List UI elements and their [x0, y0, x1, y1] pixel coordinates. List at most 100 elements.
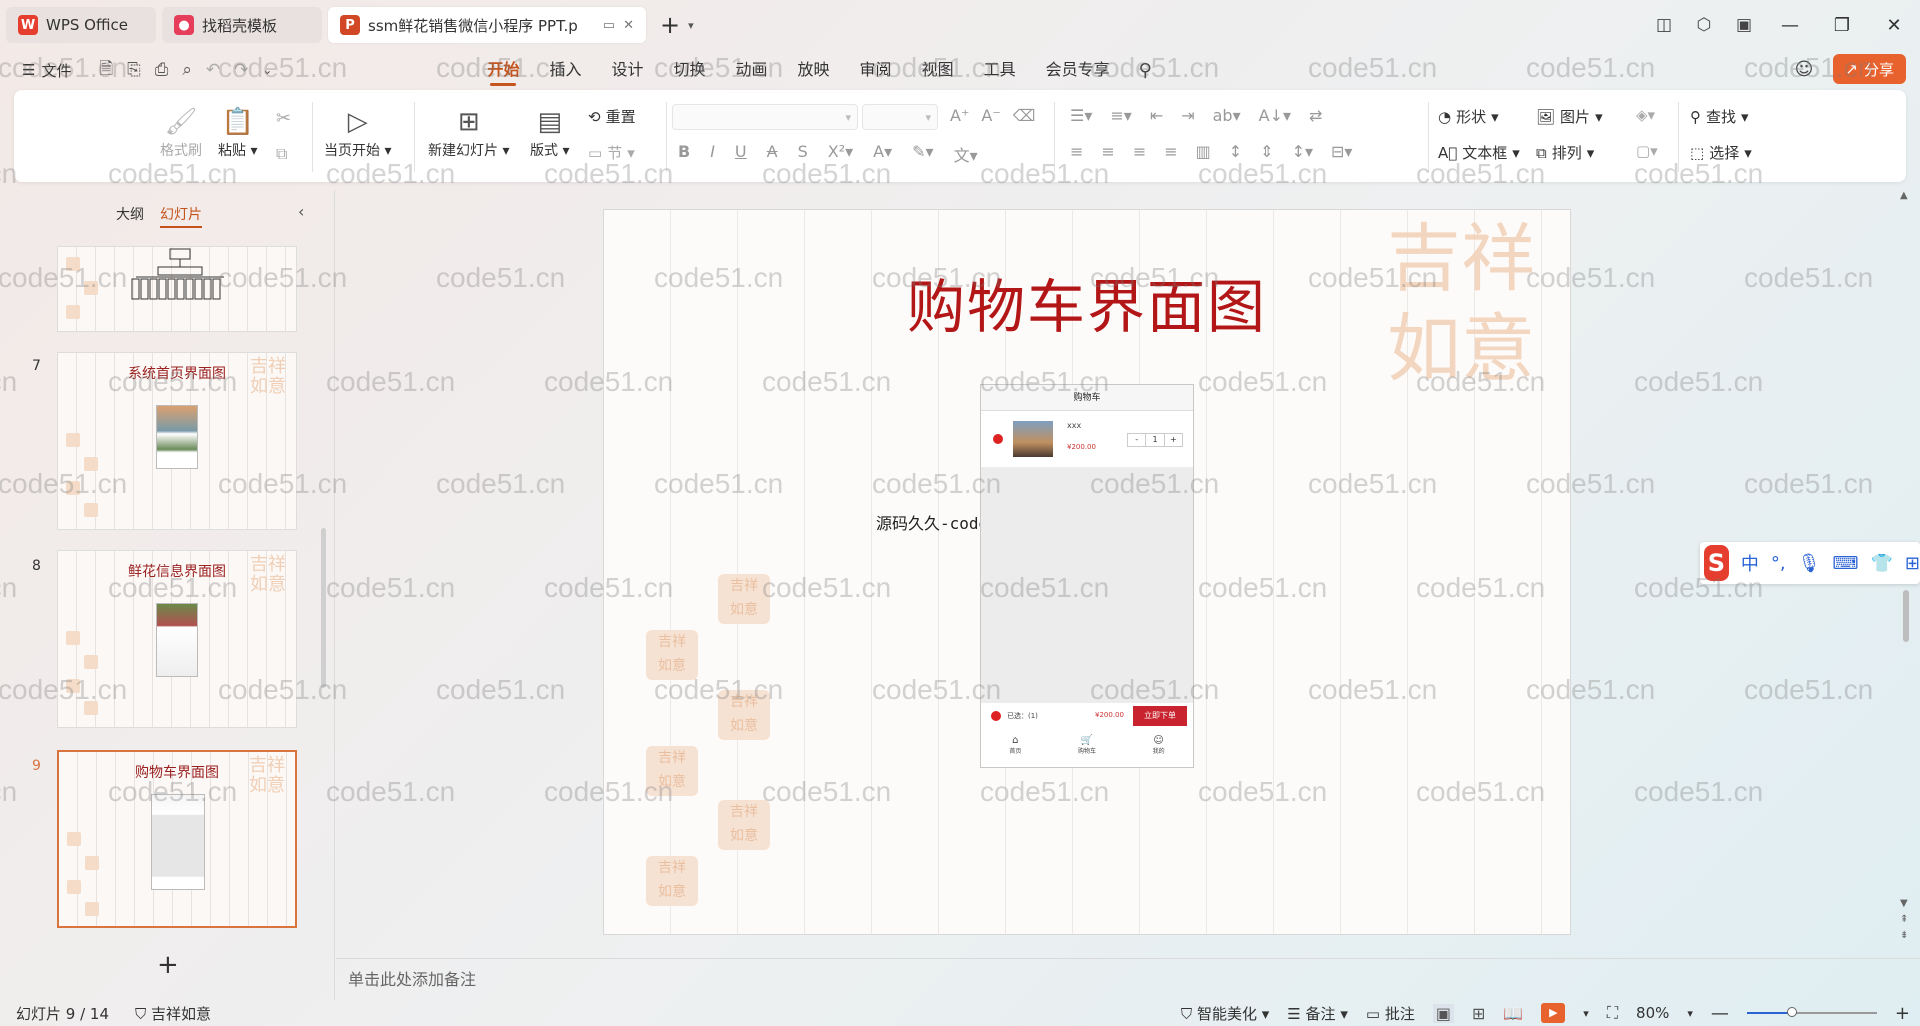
convert-icon[interactable]: ⇄: [1309, 106, 1322, 125]
shadow-icon[interactable]: S: [798, 142, 808, 166]
align-left-icon[interactable]: ≡: [1070, 142, 1083, 161]
chat-icon[interactable]: ☺: [1795, 59, 1814, 80]
notes-toggle[interactable]: ☰ 备注 ▾: [1287, 1003, 1348, 1024]
tab-insert[interactable]: 插入: [534, 50, 596, 90]
redo-icon[interactable]: ↷: [234, 60, 248, 80]
columns-icon[interactable]: ↕▾: [1292, 142, 1313, 161]
scroll-up-icon[interactable]: ▲: [1900, 190, 1908, 201]
punctuation-icon[interactable]: °,: [1771, 553, 1786, 574]
export-icon[interactable]: ⎘: [127, 60, 141, 80]
underline-icon[interactable]: U: [735, 142, 747, 166]
tab-current-ppt[interactable]: P ssm鲜花销售微信小程序 PPT.p ▭ ✕: [328, 7, 646, 43]
bold-icon[interactable]: B: [678, 142, 690, 166]
beautify-button[interactable]: ⛉ 智能美化 ▾: [1181, 1003, 1269, 1024]
shape-button[interactable]: ◔ 形状 ▾: [1438, 106, 1499, 127]
panel-scrollbar[interactable]: [321, 528, 326, 688]
distribute-icon[interactable]: ▥: [1196, 142, 1211, 161]
share-button[interactable]: ↗ 分享: [1833, 54, 1906, 84]
chevron-down-icon[interactable]: ▾: [1687, 1007, 1693, 1020]
play-current-button[interactable]: ▷ 当页开始 ▾: [324, 104, 391, 160]
chevron-down-icon[interactable]: ⌄: [262, 63, 272, 77]
tab-slides[interactable]: 幻灯片: [160, 204, 202, 228]
tab-review[interactable]: 审阅: [845, 50, 907, 90]
line-spacing-icon[interactable]: ↕: [1229, 142, 1242, 161]
microphone-icon[interactable]: 🎙: [1798, 553, 1821, 574]
comments-toggle[interactable]: ▭ 批注: [1366, 1003, 1415, 1024]
restore-icon[interactable]: ❐: [1816, 15, 1868, 36]
highlight-icon[interactable]: ✎▾: [912, 142, 933, 166]
textbox-button[interactable]: A⃞ 文本框 ▾: [1438, 142, 1520, 163]
monitor-icon[interactable]: ▭: [603, 18, 615, 33]
sogou-logo-icon[interactable]: S: [1704, 545, 1729, 581]
chinese-mode-icon[interactable]: 中: [1741, 550, 1759, 576]
new-slide-button[interactable]: ⊞ 新建幻灯片 ▾: [428, 104, 509, 160]
align-right-icon[interactable]: ≡: [1133, 142, 1146, 161]
notes-placeholder[interactable]: 单击此处添加备注: [348, 966, 476, 990]
tab-docer-templates[interactable]: ● 找稻壳模板: [162, 7, 322, 43]
apps-grid-icon[interactable]: ⊞: [1905, 553, 1920, 574]
normal-view-icon[interactable]: ▣: [1432, 1003, 1454, 1023]
zoom-out-icon[interactable]: —: [1711, 1003, 1729, 1024]
chevron-down-icon[interactable]: ▾: [1583, 1007, 1589, 1020]
zoom-value[interactable]: 80%: [1636, 1004, 1669, 1022]
add-slide-button[interactable]: +: [157, 950, 179, 980]
close-tab-icon[interactable]: ✕: [623, 18, 634, 33]
tab-view[interactable]: 视图: [907, 50, 969, 90]
undo-icon[interactable]: ↶: [206, 60, 220, 80]
increase-font-icon[interactable]: A⁺: [950, 106, 969, 125]
tab-transition[interactable]: 切换: [659, 50, 721, 90]
align-center-icon[interactable]: ≡: [1101, 142, 1114, 161]
font-size-select[interactable]: ▾: [862, 104, 938, 130]
slide-sorter-icon[interactable]: ⊞: [1472, 1004, 1485, 1023]
notes-divider[interactable]: [336, 958, 1920, 959]
find-button[interactable]: ⚲ 查找 ▾: [1690, 106, 1749, 127]
text-direction-icon[interactable]: ab▾: [1213, 106, 1241, 125]
font-color-icon[interactable]: A▾: [873, 142, 892, 166]
search-icon[interactable]: ⚲: [1139, 60, 1152, 81]
fill-icon[interactable]: ◈▾: [1636, 106, 1655, 124]
close-window-icon[interactable]: ✕: [1868, 15, 1920, 36]
arrange-button[interactable]: ⧉ 排列 ▾: [1536, 142, 1594, 163]
strikethrough-icon[interactable]: A: [767, 142, 778, 166]
paste-button[interactable]: 📋 粘贴 ▾: [218, 104, 257, 160]
reading-view-icon[interactable]: 📖: [1503, 1004, 1523, 1023]
sidebar-toggle-icon[interactable]: ◫: [1644, 15, 1684, 35]
decrease-font-icon[interactable]: A⁻: [981, 106, 1000, 125]
zoom-in-icon[interactable]: +: [1895, 1003, 1910, 1024]
tab-outline[interactable]: 大纲: [116, 204, 144, 228]
print-preview-icon[interactable]: ⌕: [182, 60, 192, 80]
clear-format-icon[interactable]: ⌫: [1013, 106, 1036, 125]
select-button[interactable]: ⬚ 选择 ▾: [1690, 142, 1752, 163]
scroll-thumb[interactable]: [1903, 590, 1909, 642]
copy-icon[interactable]: ⧉: [276, 144, 287, 164]
superscript-icon[interactable]: X²▾: [828, 142, 853, 166]
slide-thumbnail-8[interactable]: 鲜花信息界面图 吉祥 如意: [57, 550, 297, 728]
justify-icon[interactable]: ≡: [1164, 142, 1177, 161]
slide-thumbnail-9[interactable]: 购物车界面图 吉祥 如意: [57, 750, 297, 928]
minimize-icon[interactable]: —: [1764, 15, 1816, 36]
vertical-align-icon[interactable]: ⊟▾: [1331, 142, 1352, 161]
phonetic-icon[interactable]: 文▾: [954, 142, 978, 166]
chevron-down-icon[interactable]: ▾: [688, 19, 694, 32]
reset-button[interactable]: ⟲ 重置: [588, 106, 636, 127]
picture-button[interactable]: 🖼 图片 ▾: [1536, 106, 1603, 127]
tab-home[interactable]: 开始: [472, 50, 534, 90]
cart-screenshot[interactable]: 购物车 xxx ¥200.00 - 1 + 已选：(1) ¥200.00 立即下…: [980, 384, 1194, 768]
numbered-list-icon[interactable]: ≡▾: [1110, 106, 1131, 125]
slide-thumbnail-6[interactable]: [57, 246, 297, 332]
theme-name[interactable]: ⛉ 吉祥如意: [135, 1003, 211, 1024]
tab-wps-office[interactable]: W WPS Office: [6, 7, 156, 43]
skin-icon[interactable]: 👕: [1870, 553, 1892, 574]
cube-icon[interactable]: ⬡: [1684, 15, 1724, 35]
zoom-knob[interactable]: [1787, 1007, 1798, 1017]
tab-tools[interactable]: 工具: [969, 50, 1031, 90]
tab-slideshow[interactable]: 放映: [783, 50, 845, 90]
file-menu[interactable]: ☰ 文件: [0, 60, 71, 81]
sort-icon[interactable]: A↓▾: [1259, 106, 1291, 125]
tab-member[interactable]: 会员专享: [1031, 50, 1125, 90]
print-icon[interactable]: ⎙: [155, 60, 169, 80]
slide-thumbnail-7[interactable]: 系统首页界面图 吉祥 如意: [57, 352, 297, 530]
decrease-indent-icon[interactable]: ⇤: [1150, 106, 1163, 125]
keyboard-icon[interactable]: ⌨: [1833, 553, 1859, 574]
avatar[interactable]: ▣: [1724, 15, 1764, 35]
